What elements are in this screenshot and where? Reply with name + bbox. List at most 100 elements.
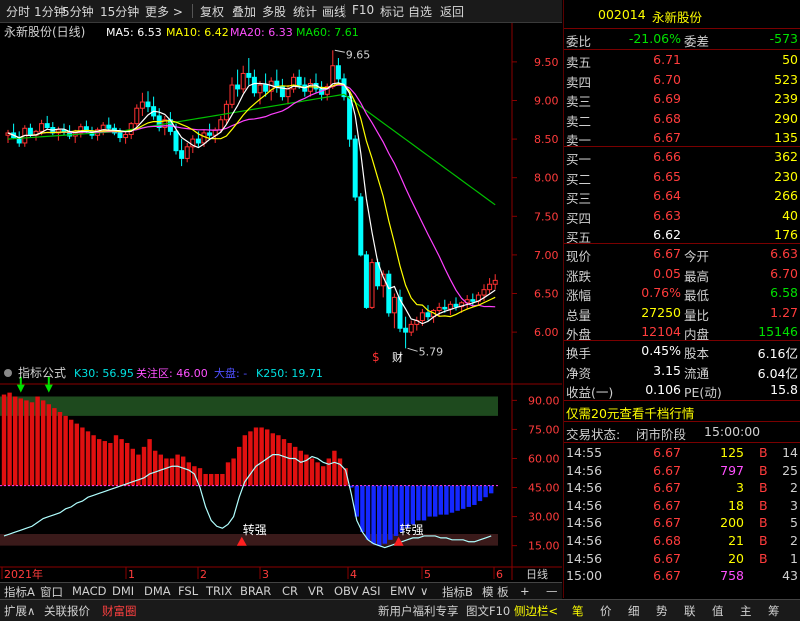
- promo-row[interactable]: 仅需20元查看千档行情: [564, 402, 800, 421]
- ma5-legend: MA5: 6.53: [106, 26, 162, 39]
- stat2-value-b-2: 15.8: [770, 382, 798, 397]
- ask-price-1: 6.70: [653, 71, 681, 87]
- bottom-left-1[interactable]: 关联报价: [44, 603, 90, 619]
- tab-14[interactable]: 指标B: [442, 584, 473, 600]
- toolbar-item-9[interactable]: 画线: [322, 3, 346, 20]
- toolbar-item-4[interactable]: 更多 >: [145, 3, 183, 20]
- tab-6[interactable]: TRIX: [206, 584, 232, 598]
- tab-13[interactable]: ∨: [420, 584, 428, 598]
- candle-body-40: [229, 84, 235, 105]
- bottom-right-0[interactable]: 笔: [572, 603, 584, 619]
- tab-11[interactable]: ASI: [362, 584, 381, 598]
- x-tick-4: 4: [350, 568, 357, 580]
- ind-bar-87: [489, 485, 494, 494]
- toolbar-item-10[interactable]: F10: [352, 3, 374, 17]
- tab-17[interactable]: —: [546, 584, 558, 598]
- bottom-right-4[interactable]: 联: [684, 603, 696, 619]
- tab-10[interactable]: OBV: [334, 584, 358, 598]
- tab-7[interactable]: BRAR: [240, 584, 271, 598]
- bottom-mid-0[interactable]: 新用户福利专享: [378, 603, 459, 619]
- tick-row-4: 14:56 6.67 200 B 5: [564, 514, 800, 533]
- toolbar-item-1[interactable]: 1分钟: [34, 3, 66, 20]
- tab-15[interactable]: 模 板: [482, 584, 509, 600]
- bottom-right-6[interactable]: 主: [740, 603, 752, 619]
- tab-8[interactable]: CR: [282, 584, 298, 598]
- status-time: 15:00:00: [704, 424, 761, 439]
- stat2-value-a-1: 3.15: [653, 362, 681, 378]
- toolbar-item-13[interactable]: 返回: [440, 3, 464, 20]
- indicator-chart[interactable]: 15.00 30.00 45.00 60.00 75.00 90.00 转强 转强 指标公式 K3…: [0, 365, 562, 580]
- ind-bar-30: [169, 458, 175, 486]
- tab-12[interactable]: EMV: [390, 584, 415, 598]
- bottom-left-0[interactable]: 扩展∧: [4, 603, 35, 619]
- y-tick-1: 6.50: [534, 288, 559, 301]
- tick-count-4: 5: [790, 515, 798, 531]
- tab-16[interactable]: +: [520, 584, 530, 598]
- bottom-right-7[interactable]: 筹: [768, 603, 780, 619]
- ind-bar-48: [270, 433, 275, 486]
- stats2-row-2: 收益(一) 0.106 PE(动) 15.8: [564, 381, 800, 400]
- indicator-toggle-icon: [4, 369, 12, 377]
- tab-5[interactable]: FSL: [178, 584, 198, 598]
- tick-side-6: B: [759, 550, 768, 566]
- bottom-right-2[interactable]: 细: [628, 603, 640, 619]
- toolbar-sep-4: [192, 4, 193, 18]
- tab-0[interactable]: 指标A: [4, 584, 35, 600]
- indicator-tabs: 指标A 窗口 MACD DMI DMA FSL TRIX BRAR CR VR OBV ASI EMV ∨…: [0, 582, 562, 599]
- tab-1[interactable]: 窗口: [40, 584, 63, 600]
- toolbar-item-7[interactable]: 多股: [262, 3, 286, 20]
- tick-count-1: 25: [782, 462, 798, 478]
- ind-bar-68: [382, 485, 387, 544]
- bottom-mid-2[interactable]: 侧边栏<: [514, 603, 558, 619]
- candle-body-71: [403, 327, 409, 333]
- toolbar-item-6[interactable]: 叠加: [232, 3, 256, 20]
- price-chart[interactable]: 6.00 6.50 7.00 7.50 8.00 8.50 9.00 9.50 9.65 5.79…: [0, 23, 562, 385]
- toolbar-item-3[interactable]: 15分钟: [100, 3, 139, 20]
- strong-label-0: 转强: [243, 522, 267, 537]
- bottom-right-5[interactable]: 值: [712, 603, 724, 619]
- tick-price-5: 6.68: [653, 533, 681, 548]
- ind-bar-67: [377, 485, 382, 546]
- toolbar-item-11[interactable]: 标记: [380, 3, 404, 20]
- candle-body-32: [184, 146, 190, 159]
- candle-body-64: [363, 254, 369, 308]
- y-tick-6: 9.00: [534, 94, 559, 107]
- tab-4[interactable]: DMA: [144, 584, 171, 598]
- bid-row-3: 买四 6.63 40: [564, 207, 800, 226]
- low-pointer: [407, 347, 418, 352]
- candle-body-6: [39, 123, 45, 132]
- tab-3[interactable]: DMI: [112, 584, 134, 598]
- candle-body-83: [470, 299, 476, 302]
- toolbar-item-2[interactable]: 5分钟: [62, 3, 94, 20]
- ind-bar-25: [141, 446, 147, 486]
- ind-bar-44: [248, 431, 253, 486]
- ind-bar-29: [164, 458, 169, 486]
- ma10-legend: MA10: 6.42: [166, 26, 229, 39]
- tick-vol-5: 21: [728, 533, 744, 548]
- toolbar-item-12[interactable]: 自选: [408, 3, 432, 20]
- tab-2[interactable]: MACD: [72, 584, 106, 598]
- tick-price-1: 6.67: [653, 462, 681, 478]
- ask-vol-1: 523: [774, 71, 798, 87]
- bottom-right-1[interactable]: 价: [600, 603, 612, 619]
- candle-body-18: [106, 124, 112, 129]
- ind-bar-75: [421, 485, 427, 521]
- bid-price-2: 6.64: [653, 188, 681, 203]
- bottom-left-2[interactable]: 财富圈: [102, 603, 137, 619]
- ask-price-4: 6.67: [653, 130, 681, 145]
- ind-bar-3: [18, 398, 23, 486]
- ind-bar-58: [326, 458, 331, 486]
- toolbar-item-5[interactable]: 复权: [200, 3, 224, 20]
- tab-9[interactable]: VR: [308, 584, 324, 598]
- bottom-mid-1[interactable]: 图文F10: [466, 603, 510, 619]
- toolbar-item-0[interactable]: 分时: [6, 3, 30, 20]
- toolbar-item-8[interactable]: 统计: [293, 3, 317, 20]
- high-label: 9.65: [346, 48, 371, 61]
- bottom-right-3[interactable]: 势: [656, 603, 668, 619]
- promo-line: [564, 400, 800, 401]
- ind-bar-32: [181, 456, 186, 486]
- ind-bar-84: [472, 485, 477, 505]
- stat-value-b-1: 6.70: [770, 265, 798, 281]
- tick-vol-6: 20: [728, 550, 744, 566]
- stat-value-b-0: 6.63: [770, 246, 798, 261]
